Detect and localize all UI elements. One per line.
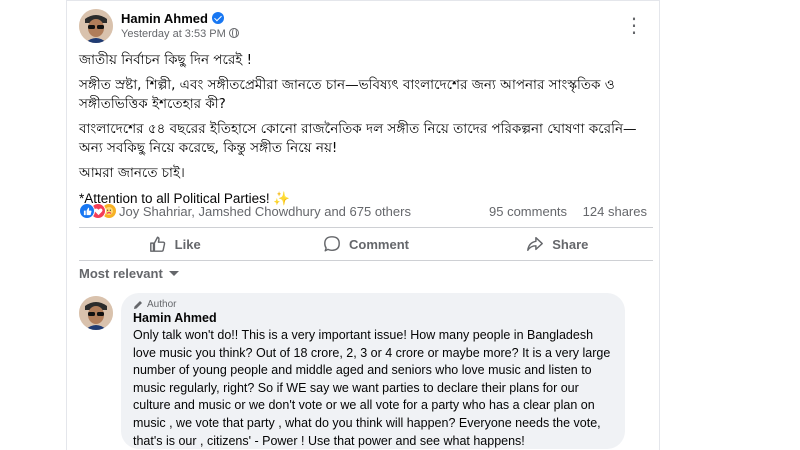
comment-author-name[interactable]: Hamin Ahmed	[133, 311, 613, 325]
comment-text: Only talk won't do!! This is a very impo…	[133, 328, 611, 448]
comment-button[interactable]: Comment	[270, 228, 461, 260]
reactors-text[interactable]: Joy Shahriar, Jamshed Chowdhury and 675 …	[119, 204, 411, 219]
comment-sort-dropdown[interactable]: Most relevant	[79, 266, 179, 281]
thumbs-up-icon	[149, 236, 165, 252]
post-text: জাতীয় নির্বাচন কিছু দিন পরেই ! সঙ্গীত স…	[79, 51, 659, 214]
action-bar: Like Comment Share	[79, 227, 653, 261]
post-paragraph: বাংলাদেশের ৫৪ বছরের ইতিহাসে কোনো রাজনৈতি…	[79, 121, 637, 156]
pencil-icon	[134, 300, 142, 309]
comments-count[interactable]: 95 comments	[489, 204, 567, 219]
comment-label: Comment	[349, 236, 409, 252]
comment-icon	[324, 236, 340, 252]
post-timestamp-label[interactable]: Yesterday at 3:53 PM	[121, 28, 226, 40]
reactions-summary: Joy Shahriar, Jamshed Chowdhury and 675 …	[79, 201, 653, 223]
post-card: Hamin Ahmed Yesterday at 3:53 PM ⋮ জাতীয…	[66, 0, 660, 450]
avatar[interactable]	[79, 9, 113, 43]
post-paragraph: জাতীয় নির্বাচন কিছু দিন পরেই !	[79, 52, 253, 68]
reaction-icons[interactable]	[79, 203, 119, 221]
like-button[interactable]: Like	[79, 228, 270, 260]
author-badge-label: Author	[147, 299, 177, 310]
like-label: Like	[174, 236, 201, 252]
post-header: Hamin Ahmed Yesterday at 3:53 PM ⋮	[79, 9, 653, 43]
like-icon	[79, 203, 95, 219]
engagement-stats: 95 comments 124 shares	[477, 204, 647, 219]
share-icon	[527, 236, 544, 252]
comment-bubble: Author Hamin Ahmed Only talk won't do!! …	[121, 293, 625, 449]
post-author-name[interactable]: Hamin Ahmed	[121, 11, 224, 26]
post-paragraph: আমরা জানতে চাই।	[79, 165, 185, 181]
share-label: Share	[552, 236, 589, 252]
post-paragraph: সঙ্গীত স্রষ্টা, শিল্পী, এবং সঙ্গীতপ্রেমী…	[79, 77, 615, 112]
chevron-down-icon	[168, 271, 179, 276]
comment-avatar[interactable]	[79, 296, 113, 330]
globe-icon	[228, 28, 239, 38]
share-button[interactable]: Share	[462, 228, 653, 260]
post-timestamp[interactable]: Yesterday at 3:53 PM	[121, 28, 239, 40]
author-badge: Author	[133, 299, 613, 310]
shares-count[interactable]: 124 shares	[583, 204, 647, 219]
post-author-label[interactable]: Hamin Ahmed	[121, 11, 208, 26]
comment-sort-label: Most relevant	[79, 266, 163, 281]
verified-badge-icon	[211, 12, 224, 24]
more-options-button[interactable]: ⋮	[624, 13, 645, 37]
